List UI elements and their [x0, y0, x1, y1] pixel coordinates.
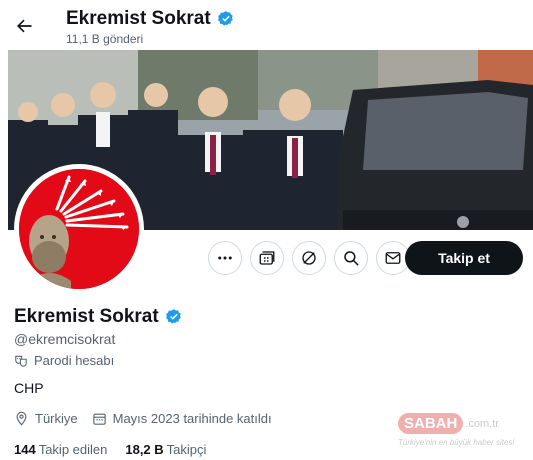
verified-badge-icon: [217, 11, 233, 26]
grok-button[interactable]: [292, 241, 326, 275]
joined-item: Mayıs 2023 tarihinde katıldı: [92, 411, 272, 426]
location-item: Türkiye: [14, 411, 78, 426]
profile-name-row: Ekremist Sokrat: [14, 306, 183, 328]
more-button[interactable]: [208, 241, 242, 275]
header-title-row: Ekremist Sokrat: [66, 8, 235, 30]
watermark-domain: .com.tr: [465, 417, 499, 430]
profile-bio: CHP: [14, 380, 44, 396]
profile-meta: Türkiye Mayıs 2023 tarihinde katıldı: [14, 411, 272, 426]
avatar[interactable]: [14, 164, 144, 294]
location-text: Türkiye: [35, 411, 78, 426]
parody-text: Parodi hesabı: [34, 353, 115, 368]
subscribe-icon: [259, 251, 275, 265]
calendar-icon: [92, 413, 106, 425]
search-icon: [344, 251, 359, 266]
more-icon: [218, 256, 232, 260]
watermark-brand: SABAH: [398, 413, 464, 434]
follow-stats: 144 Takip edilen 18,2 B Takipçi: [14, 442, 206, 457]
followers-label: Takipçi: [166, 442, 207, 457]
back-button[interactable]: [10, 12, 38, 40]
watermark-tagline: Türkiye'nin en büyük haber sitesi: [398, 438, 515, 447]
header-name: Ekremist Sokrat: [66, 8, 211, 29]
verified-badge-icon[interactable]: [165, 308, 183, 326]
posts-count: 11,1 B gönderi: [66, 32, 144, 46]
joined-text: Mayıs 2023 tarihinde katıldı: [112, 411, 272, 426]
parody-label: Parodi hesabı: [14, 353, 114, 368]
chp-logo-icon: [19, 169, 139, 289]
subscribe-button[interactable]: [250, 241, 284, 275]
profile-actions: [208, 241, 410, 275]
following-label: Takip edilen: [38, 442, 108, 457]
followers-count: 18,2 B: [125, 442, 164, 457]
arrow-left-icon: [17, 19, 32, 33]
envelope-icon: [385, 252, 401, 264]
following-count: 144: [14, 442, 36, 457]
avatar-image: [19, 169, 139, 289]
watermark-logo: SABAH .com.tr: [398, 413, 528, 434]
parody-mask-icon: [15, 355, 27, 367]
following-link[interactable]: 144 Takip edilen: [14, 442, 107, 457]
grok-icon: [302, 251, 316, 265]
search-button[interactable]: [334, 241, 368, 275]
profile-header: Ekremist Sokrat 11,1 B gönderi: [0, 0, 533, 50]
profile-name: Ekremist Sokrat: [14, 306, 159, 327]
location-pin-icon: [16, 411, 27, 426]
profile-handle: @ekremcisokrat: [14, 331, 116, 347]
follow-button[interactable]: Takip et: [405, 241, 523, 275]
followers-link[interactable]: 18,2 B Takipçi: [125, 442, 206, 457]
sabah-watermark: SABAH .com.tr Türkiye'nin en büyük haber…: [398, 413, 528, 455]
